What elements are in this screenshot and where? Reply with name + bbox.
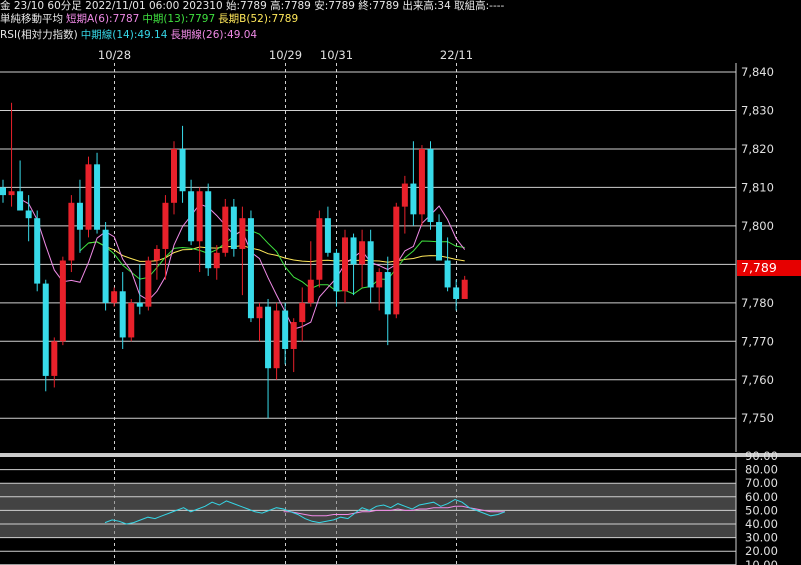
rsi-axis-tick-label: 30.00 xyxy=(745,531,778,545)
candle-up xyxy=(299,302,306,323)
price-chart[interactable]: 7,8407,8307,8207,8107,8007,7907,7807,770… xyxy=(0,0,801,565)
rsi-axis-tick-label: 60.00 xyxy=(745,490,778,504)
rsi-axis-tick-label: 80.00 xyxy=(745,463,778,477)
candle-down xyxy=(350,237,357,265)
date-axis-label: 10/31 xyxy=(320,48,353,62)
date-axis-label: 22/11 xyxy=(440,48,473,62)
candle-up xyxy=(222,206,229,253)
candle-up xyxy=(8,191,15,196)
candle-down xyxy=(230,206,237,249)
candle-down xyxy=(0,187,6,196)
date-axis-label: 10/28 xyxy=(98,48,131,62)
rsi-axis-tick-label: 40.00 xyxy=(745,517,778,531)
candle-down xyxy=(179,148,186,192)
price-axis-tick-label: 7,810 xyxy=(741,180,774,194)
candle-up xyxy=(401,183,408,207)
candle-up xyxy=(145,260,152,307)
candle-down xyxy=(282,310,289,349)
price-axis-tick-label: 7,820 xyxy=(741,142,774,156)
candle-up xyxy=(111,291,118,303)
candle-down xyxy=(265,306,272,369)
candle-down xyxy=(94,164,101,230)
price-axis-tick-label: 7,840 xyxy=(741,65,774,79)
candle-up xyxy=(162,202,169,249)
candle-down xyxy=(436,222,443,261)
candle-up xyxy=(418,148,425,215)
price-axis-tick-label: 7,780 xyxy=(741,296,774,310)
candle-up xyxy=(316,218,323,280)
candle-up xyxy=(59,260,66,342)
candle-up xyxy=(256,306,263,319)
candle-down xyxy=(25,210,32,219)
candle-down xyxy=(333,252,340,292)
candle-up xyxy=(68,202,75,261)
price-axis-tick-label: 7,760 xyxy=(741,373,774,387)
rsi-axis-tick-label: 20.00 xyxy=(745,544,778,558)
candle-down xyxy=(444,260,451,288)
candle-down xyxy=(205,191,212,269)
candle-up xyxy=(307,279,314,303)
candle-down xyxy=(17,191,24,211)
price-axis-tick-label: 7,750 xyxy=(741,411,774,425)
candle-up xyxy=(171,148,177,203)
rsi-axis-tick-label: 90.00 xyxy=(745,449,778,463)
candle-up xyxy=(290,322,297,349)
rsi-axis-tick-label: 70.00 xyxy=(745,476,778,490)
candle-up xyxy=(128,302,135,338)
candle-down xyxy=(247,218,254,319)
candle-down xyxy=(188,191,195,242)
candle-down xyxy=(367,241,374,288)
candle-up xyxy=(393,206,400,315)
candle-up xyxy=(153,248,160,261)
candle-down xyxy=(119,291,126,338)
price-axis-tick-label: 7,800 xyxy=(741,219,774,233)
candle-down xyxy=(427,148,434,223)
rsi-axis-tick-label: 10.00 xyxy=(745,558,778,565)
candle-up xyxy=(342,237,348,292)
candle-up xyxy=(461,279,468,299)
candle-up xyxy=(51,341,58,376)
candle-up xyxy=(359,241,366,265)
price-axis-tick-label: 7,770 xyxy=(741,334,774,348)
price-axis-tick-label: 7,830 xyxy=(741,103,774,117)
candle-up xyxy=(196,191,203,242)
candle-down xyxy=(34,218,41,284)
candle-up xyxy=(213,252,220,269)
candle-down xyxy=(453,287,460,299)
candle-down xyxy=(384,272,391,315)
candle-up xyxy=(85,164,92,230)
candle-up xyxy=(273,310,280,369)
candle-up xyxy=(376,272,383,288)
candle-down xyxy=(136,302,143,307)
date-axis-label: 10/29 xyxy=(269,48,302,62)
candle-down xyxy=(76,202,83,230)
candle-down xyxy=(102,229,109,303)
candle-down xyxy=(410,183,417,215)
current-price-label: 7,789 xyxy=(737,260,801,276)
candle-down xyxy=(324,218,331,253)
candle-down xyxy=(42,283,49,376)
rsi-axis-tick-label: 50.00 xyxy=(745,503,778,517)
candle-up xyxy=(239,218,246,249)
